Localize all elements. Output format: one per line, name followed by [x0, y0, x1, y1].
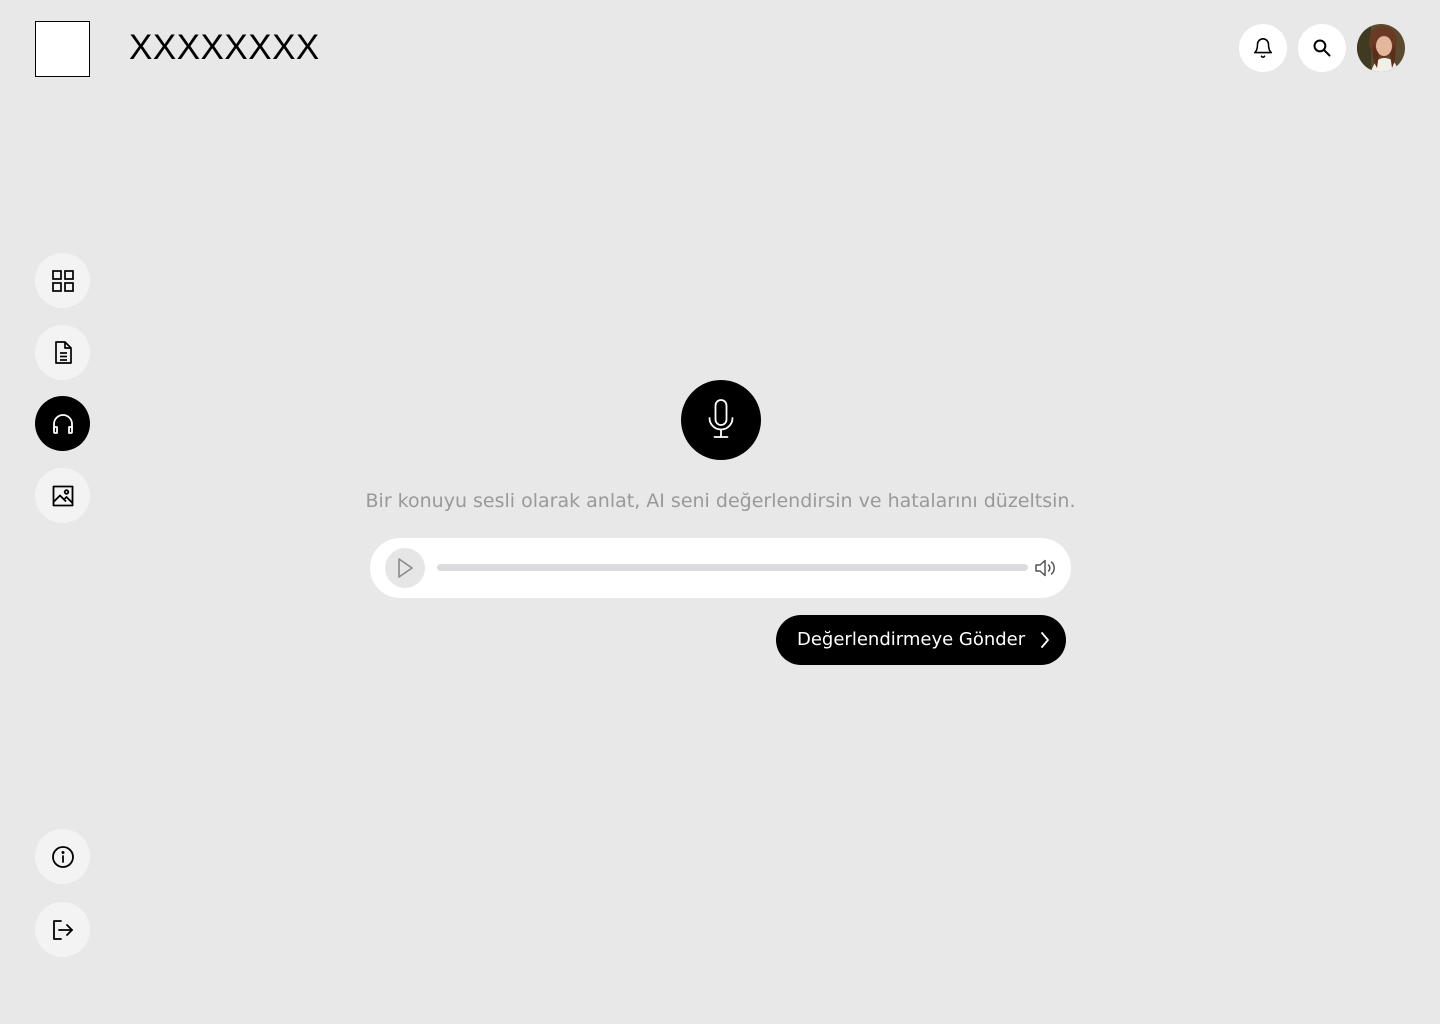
logo-placeholder: [35, 21, 90, 77]
headphones-icon: [52, 413, 73, 434]
search-button[interactable]: [1298, 24, 1346, 72]
audio-player: [370, 538, 1071, 598]
app-title: XXXXXXXX: [129, 28, 320, 67]
sidebar-item-documents[interactable]: [35, 325, 90, 380]
search-icon: [1313, 39, 1331, 57]
document-icon: [54, 340, 72, 364]
sidebar-item-dashboard[interactable]: [35, 253, 90, 308]
audio-progress-bar[interactable]: [437, 564, 1028, 571]
sidebar-item-listening[interactable]: [35, 396, 90, 451]
chevron-right-icon: [1041, 632, 1049, 648]
sidebar-item-info[interactable]: [35, 829, 90, 884]
instruction-text: Bir konuyu sesli olarak anlat, AI seni d…: [365, 490, 1076, 512]
bell-icon: [1253, 38, 1273, 58]
notifications-button[interactable]: [1239, 24, 1287, 72]
submit-for-evaluation-button[interactable]: Değerlendirmeye Gönder: [776, 615, 1066, 665]
record-button[interactable]: [681, 380, 761, 460]
user-avatar[interactable]: [1357, 24, 1405, 72]
info-icon: [51, 845, 74, 868]
play-icon: [398, 558, 413, 578]
submit-button-label: Değerlendirmeye Gönder: [797, 629, 1026, 650]
avatar-image: [1357, 24, 1405, 72]
microphone-icon: [708, 399, 734, 438]
logout-icon: [52, 919, 73, 940]
grid-icon: [51, 269, 74, 292]
play-button[interactable]: [385, 548, 425, 588]
sidebar-item-logout[interactable]: [35, 902, 90, 957]
volume-button[interactable]: [1033, 556, 1059, 580]
volume-icon: [1035, 559, 1055, 577]
